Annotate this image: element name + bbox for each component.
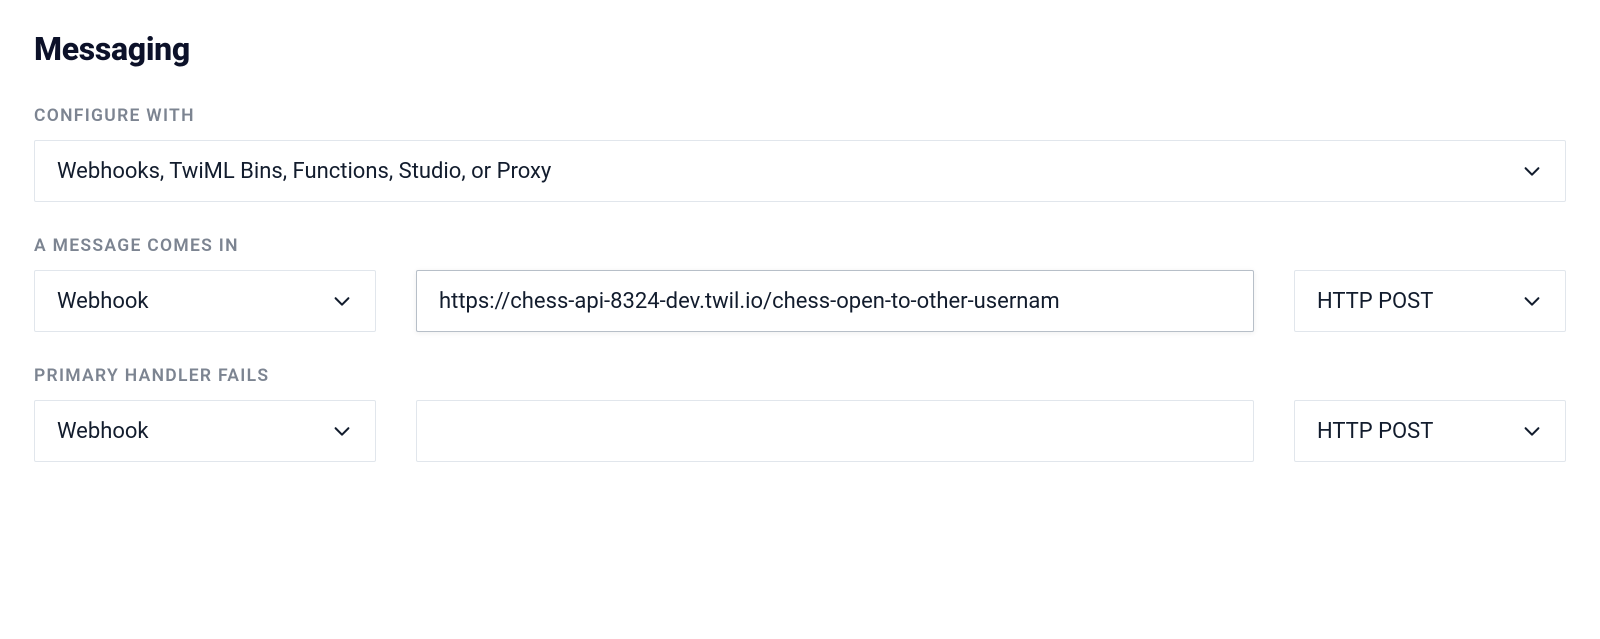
configure-with-select[interactable]: Webhooks, TwiML Bins, Functions, Studio,… [34,140,1566,202]
chevron-down-icon [1521,160,1543,182]
primary-handler-fails-group: PRIMARY HANDLER FAILS Webhook HTTP POST [34,366,1566,462]
message-http-method-value: HTTP POST [1317,289,1509,314]
chevron-down-icon [1521,420,1543,442]
fallback-http-method-select[interactable]: HTTP POST [1294,400,1566,462]
message-http-method-select[interactable]: HTTP POST [1294,270,1566,332]
message-comes-in-label: A MESSAGE COMES IN [34,236,1566,256]
fallback-handler-type-select[interactable]: Webhook [34,400,376,462]
message-comes-in-group: A MESSAGE COMES IN Webhook HTTP POST [34,236,1566,332]
chevron-down-icon [331,290,353,312]
fallback-webhook-url-input[interactable] [416,400,1254,462]
message-handler-type-value: Webhook [57,289,319,314]
configure-with-label: CONFIGURE WITH [34,106,1566,126]
message-handler-type-select[interactable]: Webhook [34,270,376,332]
message-webhook-url-input[interactable] [416,270,1254,332]
chevron-down-icon [331,420,353,442]
configure-with-group: CONFIGURE WITH Webhooks, TwiML Bins, Fun… [34,106,1566,202]
primary-handler-fails-label: PRIMARY HANDLER FAILS [34,366,1566,386]
section-title: Messaging [34,30,1566,68]
fallback-http-method-value: HTTP POST [1317,419,1509,444]
configure-with-value: Webhooks, TwiML Bins, Functions, Studio,… [57,159,1509,184]
fallback-handler-type-value: Webhook [57,419,319,444]
chevron-down-icon [1521,290,1543,312]
